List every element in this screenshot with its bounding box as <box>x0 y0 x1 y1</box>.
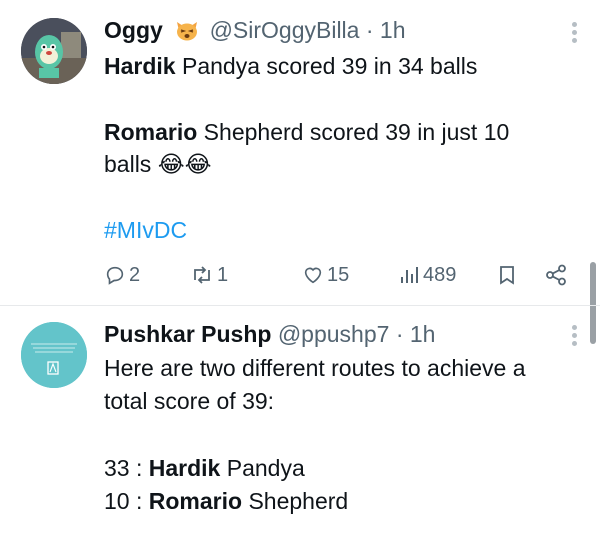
text-span: balls <box>104 151 152 177</box>
display-name[interactable]: Oggy <box>104 17 163 43</box>
views-icon <box>398 264 420 286</box>
timestamp[interactable]: · 1h <box>366 17 406 43</box>
like-count: 15 <box>327 263 350 286</box>
bold-name: Hardik <box>104 53 176 79</box>
text-span: Shepherd scored 39 in just 10 <box>197 119 510 145</box>
tweet-text-line: balls 😂😂 <box>104 148 211 180</box>
bookmark-icon <box>497 264 517 286</box>
bold-name: Romario <box>148 488 243 514</box>
view-count: 489 <box>423 263 457 286</box>
repost-count: 1 <box>217 263 229 286</box>
tweet-actions: 2 1 15 489 <box>104 260 574 290</box>
route-score: 33 : <box>104 455 149 481</box>
route-line: 33 : Hardik Pandya <box>104 452 305 484</box>
user-handle[interactable]: @SirOggyBilla <box>210 17 360 43</box>
text-span: Pandya <box>220 455 305 481</box>
reply-icon <box>104 264 126 286</box>
hashtag-link[interactable]: #MIvDC <box>104 214 187 246</box>
tweet-text-line: Romario Shepherd scored 39 in just 10 <box>104 116 509 148</box>
avatar-pushkar[interactable] <box>21 322 87 388</box>
bold-name: Hardik <box>148 455 221 481</box>
route-line: 10 : Romario Shepherd <box>104 485 348 517</box>
reply-button[interactable]: 2 <box>104 260 140 290</box>
like-button[interactable]: 15 <box>302 260 349 290</box>
share-icon <box>544 264 568 286</box>
more-icon[interactable] <box>572 325 578 349</box>
laughing-emoji-icon: 😂😂 <box>157 151 212 177</box>
timestamp[interactable]: · 1h <box>396 321 436 347</box>
views-button[interactable]: 489 <box>398 260 456 290</box>
tweet-text-line: Hardik Pandya scored 39 in 34 balls <box>104 50 477 82</box>
bold-name: Romario <box>104 119 198 145</box>
avatar-oggy[interactable] <box>21 18 87 84</box>
like-icon <box>302 264 324 286</box>
reply-count: 2 <box>129 263 141 286</box>
tweet-text-line: Here are two different routes to achieve… <box>104 355 526 381</box>
text-span: Pandya scored 39 in 34 balls <box>175 53 478 79</box>
tweet-text-line: total score of 39: <box>104 388 275 414</box>
display-name[interactable]: Pushkar Pushp <box>104 321 271 347</box>
more-icon[interactable] <box>572 22 578 46</box>
tweet-header: Oggy @SirOggyBilla · 1h <box>104 15 406 48</box>
text-span: Shepherd <box>242 488 349 514</box>
repost-icon <box>190 264 214 286</box>
tweet-header: Pushkar Pushp @ppushp7 · 1h <box>104 319 435 349</box>
repost-button[interactable]: 1 <box>190 260 228 290</box>
cat-emoji-icon <box>175 18 199 48</box>
bookmark-button[interactable] <box>497 260 517 290</box>
route-score: 10 : <box>104 488 149 514</box>
user-handle[interactable]: @ppushp7 <box>278 321 390 347</box>
share-button[interactable] <box>544 260 568 290</box>
